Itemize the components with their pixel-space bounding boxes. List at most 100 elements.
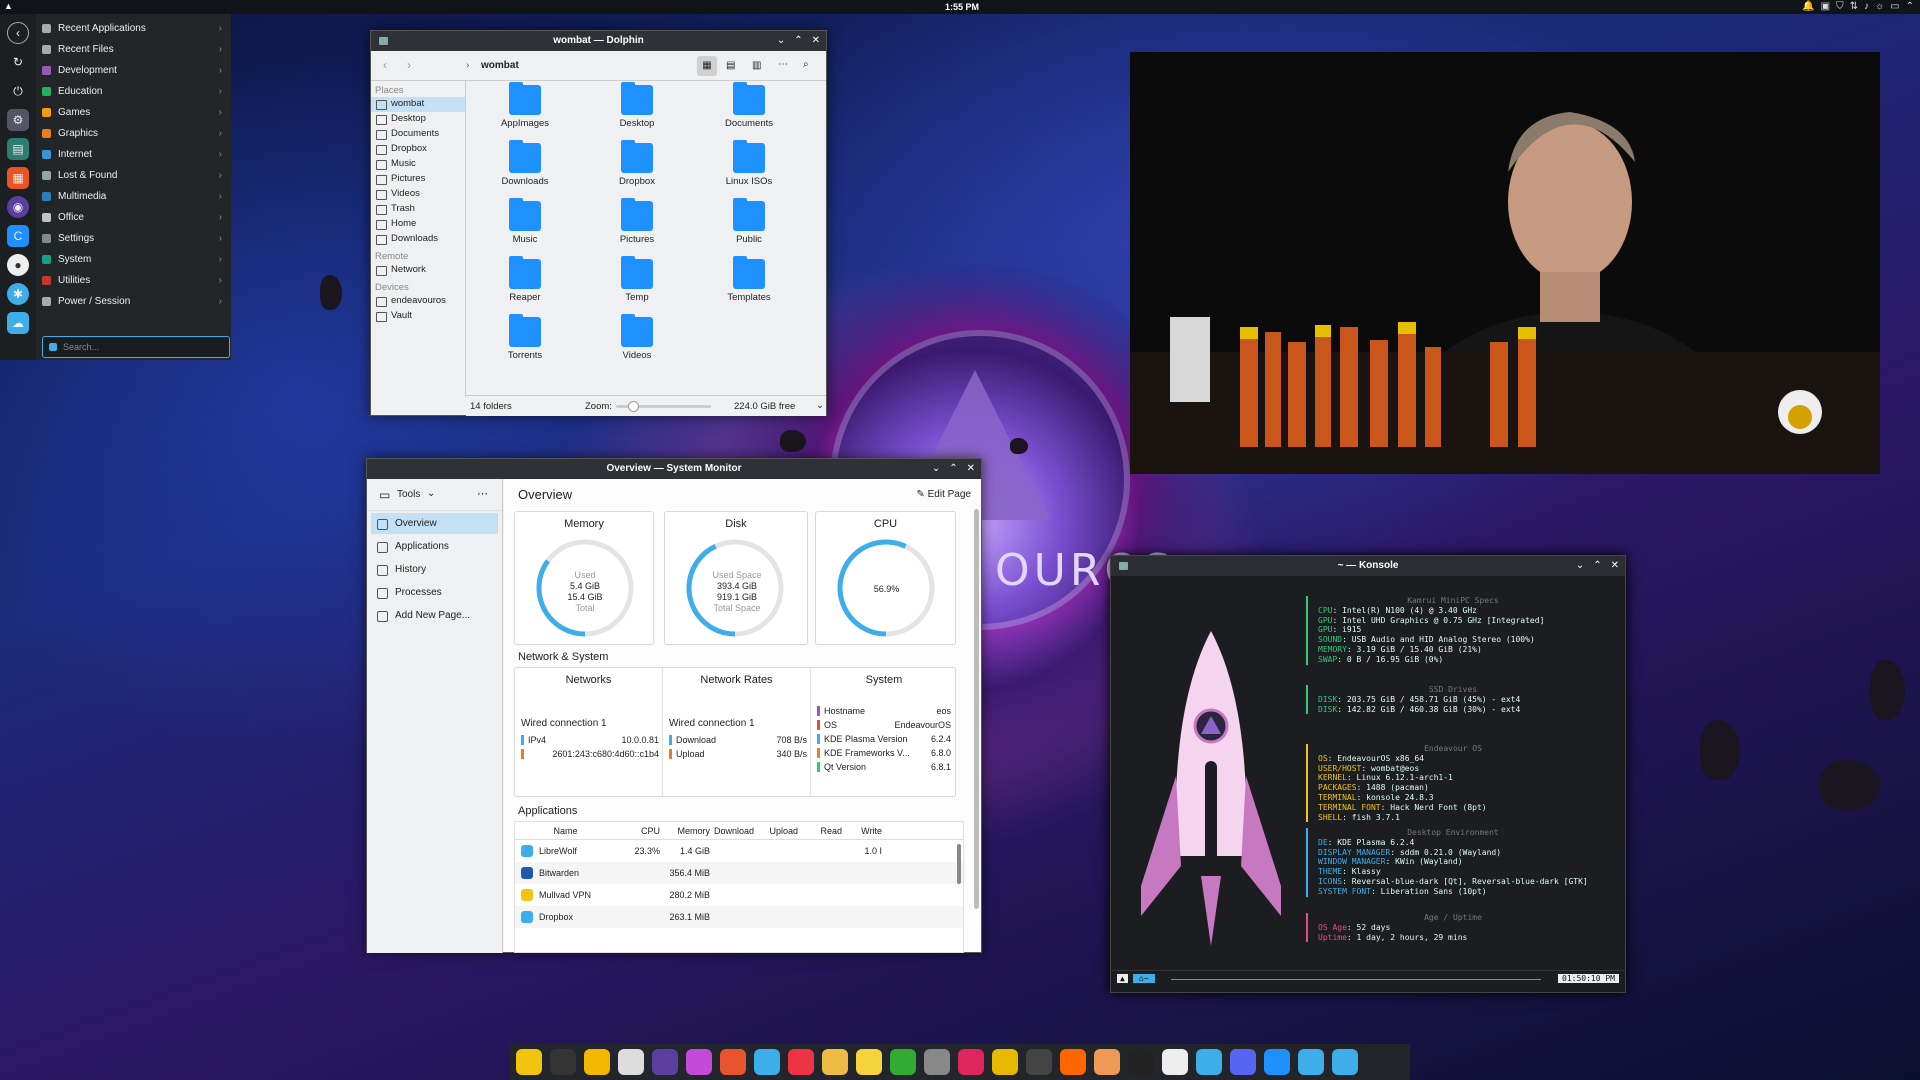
steam-icon[interactable] [1128,1049,1154,1075]
film-icon[interactable] [1026,1049,1052,1075]
back-icon[interactable]: ‹ [7,22,29,44]
maximize-icon[interactable]: ⌃ [949,459,957,479]
launcher-category-10[interactable]: Settings › [38,228,228,249]
places-item[interactable]: Videos [371,187,465,202]
folder-item[interactable]: Dropbox [581,140,693,190]
places-item[interactable]: Pictures [371,172,465,187]
folder-item[interactable]: Pictures [581,198,693,248]
places-item[interactable]: Network [371,263,465,278]
cloud-icon[interactable]: ☁ [7,312,29,334]
chrome-icon[interactable] [822,1049,848,1075]
sidebar-item-overview[interactable]: Overview [371,513,498,534]
places-item[interactable]: Dropbox [371,142,465,157]
table-scrollbar[interactable] [957,844,961,884]
launcher-category-4[interactable]: Games › [38,102,228,123]
monitor-app-icon[interactable]: ▤ [7,138,29,160]
folder-item[interactable]: Documents [693,82,805,132]
folder-item[interactable]: Downloads [469,140,581,190]
table-row[interactable]: LibreWolf 23.3% 1.4 GiB 1.0 I [515,840,963,862]
dolphin-titlebar[interactable]: wombat — Dolphin ⌄ ⌃ ✕ [371,31,826,51]
column-header[interactable]: Memory [664,826,714,836]
places-item[interactable]: Vault [371,309,465,324]
power-icon[interactable]: ⏻ [7,80,29,102]
tray-expand-icon[interactable]: ⌃ [1906,1,1914,12]
folder-item[interactable]: Videos [581,314,693,364]
folder-item[interactable]: Templates [693,256,805,306]
launcher-category-1[interactable]: Recent Files › [38,39,228,60]
browser-tor-icon[interactable] [652,1049,678,1075]
terminal-prompt-bar[interactable]: ▲ ⌂~ 01:50:10 PM [1111,970,1625,992]
sidebar-item-processes[interactable]: Processes [371,582,498,603]
shield-icon[interactable]: ⛉ [1836,1,1844,12]
clipboard-icon[interactable]: ▣ [1821,1,1830,12]
xbox-icon[interactable] [890,1049,916,1075]
memory-card[interactable]: Memory Used 5.4 GiB 15.4 GiB Total [514,511,654,645]
places-item[interactable]: Music [371,157,465,172]
zoom-slider-handle[interactable] [628,401,639,412]
notification-icon[interactable]: 🔔 [1802,1,1814,12]
folder-item[interactable]: Linux ISOs [693,140,805,190]
window-icon[interactable]: ▭ [1890,1,1899,12]
folder-item[interactable]: Torrents [469,314,581,364]
minimize-icon[interactable]: ⌄ [1576,556,1584,576]
launcher-category-7[interactable]: Lost & Found › [38,165,228,186]
media-icon[interactable] [788,1049,814,1075]
places-item[interactable]: endeavouros [371,294,465,309]
sidebar-item-applications[interactable]: Applications [371,536,498,557]
edit-page-button[interactable]: ✎ Edit Page [916,489,971,500]
calamares-icon[interactable]: C [7,225,29,247]
konsole-titlebar[interactable]: ~ — Konsole ⌄ ⌃ ✕ [1111,556,1625,576]
folder-item[interactable]: Public [693,198,805,248]
fox-icon[interactable] [720,1049,746,1075]
discover-icon[interactable]: ✱ [7,283,29,305]
launcher-category-0[interactable]: Recent Applications › [38,18,228,39]
launcher-category-11[interactable]: System › [38,249,228,270]
terminal-icon[interactable] [550,1049,576,1075]
launcher-category-6[interactable]: Internet › [38,144,228,165]
sidebar-item-add-new-page-[interactable]: Add New Page... [371,605,498,626]
chevron-down-icon[interactable]: ⌄ [816,400,824,411]
maximize-icon[interactable]: ⌃ [1593,556,1601,576]
discord-icon[interactable] [1230,1049,1256,1075]
zoom-slider[interactable] [616,401,711,412]
sidebar-item-history[interactable]: History [371,559,498,580]
brightness-icon[interactable]: ☼ [1875,1,1884,12]
sysmon-titlebar[interactable]: Overview — System Monitor ⌄ ⌃ ✕ [367,459,981,479]
close-icon[interactable]: ✕ [1611,556,1619,576]
globe-icon[interactable] [754,1049,780,1075]
breadcrumb[interactable]: wombat [481,60,519,71]
notes-icon[interactable] [584,1049,610,1075]
clock[interactable]: 1:55 PM [945,2,979,12]
places-item[interactable]: Desktop [371,112,465,127]
files-icon[interactable] [516,1049,542,1075]
network-icon[interactable]: ⇅ [1850,1,1858,12]
icons-view-icon[interactable]: ▦ [697,56,717,76]
cpu-card[interactable]: CPU 56.9% [815,511,956,645]
search-icon[interactable]: ⌕ [803,59,809,70]
web-icon[interactable] [1196,1049,1222,1075]
coin-icon[interactable] [992,1049,1018,1075]
folder-item[interactable]: Reaper [469,256,581,306]
free-space[interactable]: 224.0 GiB free [734,401,795,412]
app-launcher-icon[interactable]: ▲ [4,1,13,11]
terminal-output[interactable]: Kamrui MiniPC Specs CPU: Intel(R) N100 (4… [1111,576,1625,972]
palette-icon[interactable] [686,1049,712,1075]
launcher-category-2[interactable]: Development › [38,60,228,81]
table-row[interactable]: Bitwarden 356.4 MiB [515,862,963,884]
librewolf-icon[interactable] [1298,1049,1324,1075]
table-row[interactable]: Mullvad VPN 280.2 MiB [515,884,963,906]
places-item[interactable]: Documents [371,127,465,142]
network-system-card[interactable]: Networks Wired connection 1 IPv4 10.0.0.8… [514,667,956,797]
folder-item[interactable]: Music [469,198,581,248]
sticky-icon[interactable] [856,1049,882,1075]
page-scrollbar[interactable] [974,509,979,909]
column-header[interactable]: Download [714,826,758,836]
compact-view-icon[interactable]: ▤ [726,60,735,71]
menu-icon[interactable]: ⋯ [778,59,788,70]
back-icon[interactable]: ‹ [383,58,387,72]
launcher-category-9[interactable]: Office › [38,207,228,228]
launcher-category-8[interactable]: Multimedia › [38,186,228,207]
menu-icon[interactable]: ⋯ [477,487,488,500]
disk-card[interactable]: Disk Used Space 393.4 GiB 919.1 GiB Total S… [664,511,808,645]
github-icon[interactable]: ● [7,254,29,276]
